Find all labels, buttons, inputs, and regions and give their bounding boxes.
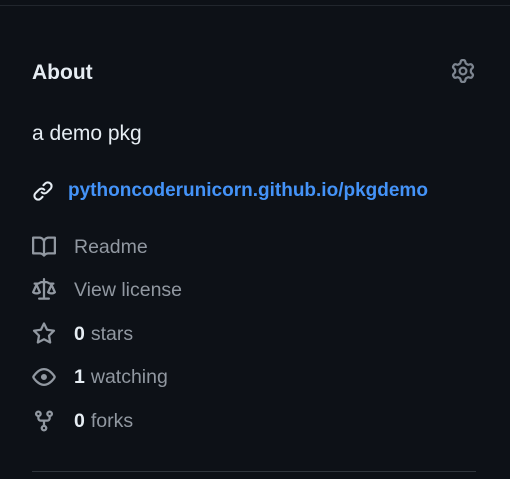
about-header: About <box>32 58 476 88</box>
watchers-text: watching <box>90 366 168 389</box>
eye-icon <box>32 365 56 389</box>
link-icon <box>32 179 56 203</box>
repo-forked-icon <box>32 409 56 433</box>
repo-description: a demo pkg <box>32 122 142 145</box>
about-title: About <box>32 61 93 84</box>
book-icon <box>32 235 56 259</box>
law-icon <box>32 278 56 302</box>
license-label: View license <box>74 279 183 302</box>
stars-link[interactable]: 0 stars <box>32 312 476 356</box>
readme-link[interactable]: Readme <box>32 225 476 269</box>
forks-count: 0 <box>74 409 85 432</box>
gear-icon <box>451 58 475 88</box>
stars-count: 0 <box>74 322 85 345</box>
about-section: About a demo pkg pythoncoderunicorn.gith… <box>32 0 476 479</box>
license-link[interactable]: View license <box>32 269 476 313</box>
readme-label: Readme <box>74 235 148 258</box>
watchers-count: 1 <box>74 366 85 389</box>
stars-label: 0 stars <box>74 320 133 348</box>
star-icon <box>32 322 56 346</box>
forks-text: forks <box>90 409 134 432</box>
stars-text: stars <box>90 322 134 345</box>
watchers-link[interactable]: 1 watching <box>32 356 476 400</box>
repo-meta-list: Readme View license 0 stars 1 watching 0… <box>32 225 476 443</box>
forks-link[interactable]: 0 forks <box>32 399 476 443</box>
forks-label: 0 forks <box>74 407 133 435</box>
homepage-link-row: pythoncoderunicorn.github.io/pkgdemo <box>32 176 476 206</box>
watchers-label: 1 watching <box>74 363 168 391</box>
bottom-divider <box>32 471 476 472</box>
about-settings-button[interactable] <box>450 58 476 88</box>
homepage-link[interactable]: pythoncoderunicorn.github.io/pkgdemo <box>68 176 428 206</box>
